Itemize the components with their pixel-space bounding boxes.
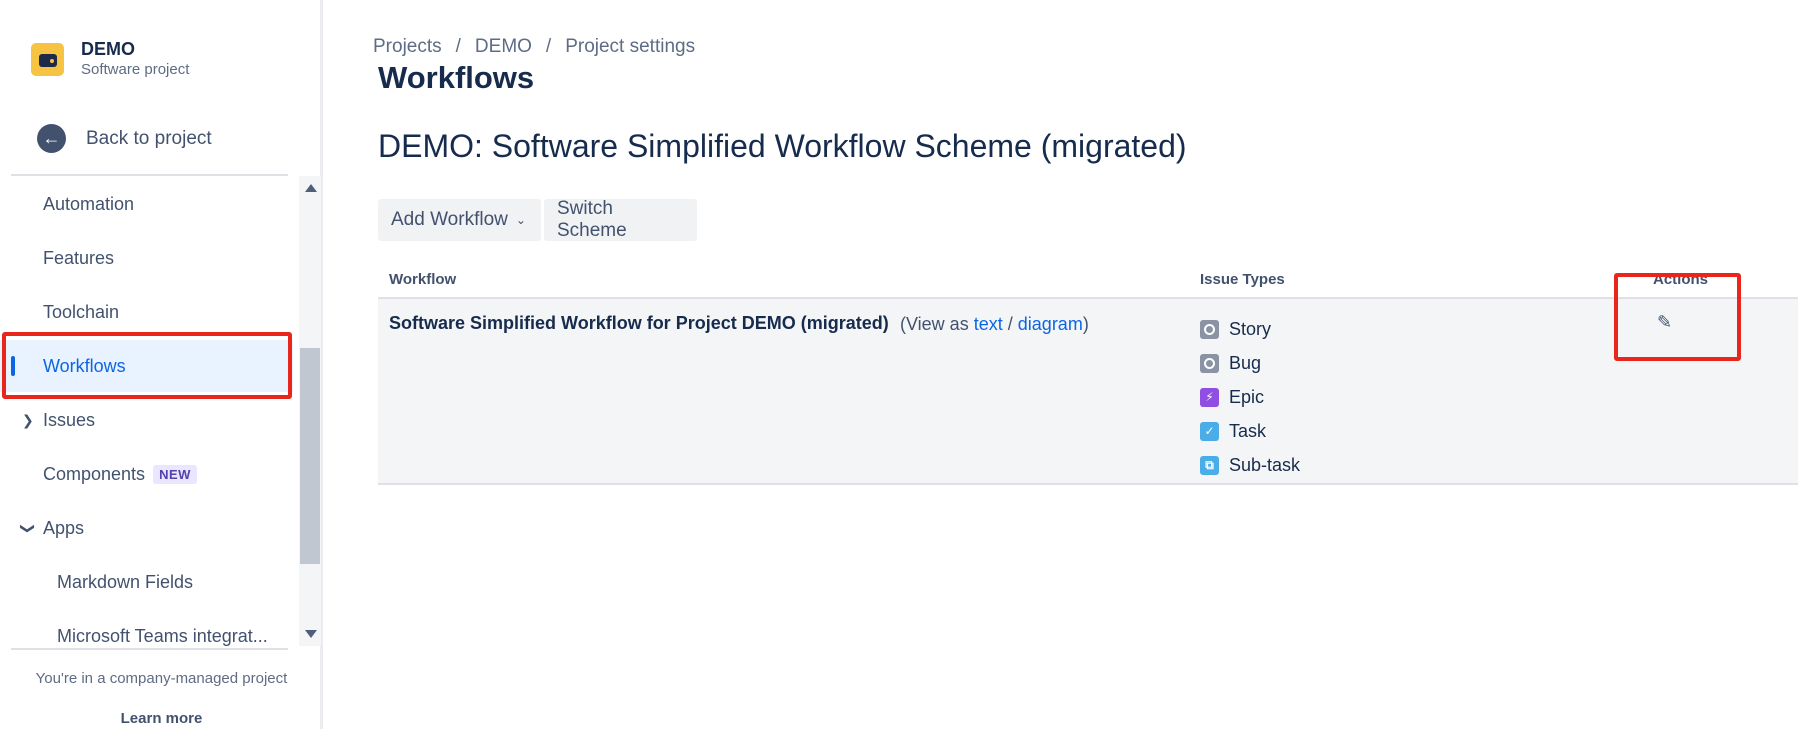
column-header-issue-types: Issue Types (1200, 271, 1285, 288)
sidebar-item-label: Toolchain (43, 301, 120, 322)
breadcrumb-projects[interactable]: Projects (373, 36, 442, 58)
sidebar-item-workflows[interactable]: Workflows (0, 340, 293, 392)
task-icon: ✓ (1200, 421, 1219, 441)
sidebar-scrollbar[interactable] (299, 176, 321, 646)
project-header[interactable]: DEMO Software project (31, 38, 189, 80)
sidebar-nav: Automation Features Toolchain Workflows … (0, 178, 298, 646)
story-icon (1200, 319, 1219, 339)
breadcrumb-separator: / (545, 36, 552, 57)
sidebar: DEMO Software project ← Back to project … (0, 0, 323, 729)
sidebar-item-features[interactable]: Features (0, 232, 293, 284)
sidebar-item-label: Issues (43, 409, 96, 430)
scrollbar-thumb[interactable] (300, 348, 320, 564)
list-item: Story (1200, 312, 1300, 346)
sidebar-item-markdown-fields[interactable]: Markdown Fields (0, 556, 293, 608)
sidebar-item-automation[interactable]: Automation (0, 178, 293, 230)
list-item: ⧉ Sub-task (1200, 448, 1300, 482)
sidebar-divider (11, 174, 288, 176)
column-header-workflow: Workflow (389, 271, 457, 288)
sidebar-divider (11, 648, 288, 650)
view-as-slash: / (1007, 314, 1013, 334)
sidebar-item-microsoft-teams[interactable]: Microsoft Teams integrat... (0, 610, 293, 646)
project-type: Software project (81, 61, 190, 78)
sidebar-item-label: Workflows (43, 355, 126, 376)
scheme-title: DEMO: Software Simplified Workflow Schem… (378, 128, 1187, 164)
page-title: Workflows (378, 60, 535, 95)
issue-type-label: Story (1229, 318, 1272, 339)
view-as-suffix: ) (1082, 314, 1089, 334)
bug-icon (1200, 353, 1219, 373)
sidebar-item-apps[interactable]: ❯ Apps (0, 502, 293, 554)
view-as-diagram-link[interactable]: diagram (1018, 314, 1083, 334)
sidebar-item-label: Components (43, 463, 146, 484)
issue-type-label: Epic (1229, 386, 1265, 407)
add-workflow-button[interactable]: Add Workflow ⌄ (378, 199, 541, 241)
sidebar-item-label: Features (43, 247, 115, 268)
sidebar-item-components[interactable]: Components NEW (0, 448, 293, 500)
list-item: ⚡ Epic (1200, 380, 1300, 414)
column-header-actions: Actions (1653, 271, 1709, 288)
back-to-project-label: Back to project (86, 127, 212, 149)
sidebar-item-issues[interactable]: ❯ Issues (0, 394, 293, 446)
breadcrumb-project-settings[interactable]: Project settings (565, 36, 695, 58)
issue-type-label: Task (1229, 420, 1267, 441)
subtask-icon: ⧉ (1200, 455, 1219, 475)
sidebar-item-label: Apps (43, 517, 85, 538)
breadcrumb-demo[interactable]: DEMO (475, 36, 532, 58)
issue-type-label: Sub-task (1229, 454, 1301, 475)
project-name: DEMO (81, 39, 135, 59)
chevron-right-icon: ❯ (22, 411, 34, 428)
list-item: ✓ Task (1200, 414, 1300, 448)
list-item: Bug (1200, 346, 1300, 380)
scroll-down-icon[interactable] (305, 630, 317, 638)
sidebar-item-toolchain[interactable]: Toolchain (0, 286, 293, 338)
chevron-down-icon: ⌄ (515, 213, 526, 227)
company-managed-notice: You're in a company-managed project (35, 670, 288, 687)
view-as-text-link[interactable]: text (974, 314, 1003, 334)
arrow-left-icon: ← (37, 124, 66, 153)
add-workflow-label: Add Workflow (391, 209, 508, 230)
back-to-project-button[interactable]: ← Back to project (37, 124, 212, 153)
workflow-name: Software Simplified Workflow for Project… (389, 313, 889, 333)
sidebar-item-label: Automation (43, 193, 135, 214)
learn-more-link[interactable]: Learn more (0, 710, 323, 727)
workflow-view-links: (View as text / diagram) (900, 314, 1089, 335)
switch-scheme-button[interactable]: Switch Scheme (544, 198, 697, 241)
switch-scheme-label: Switch Scheme (557, 198, 627, 241)
chevron-down-icon: ❯ (20, 522, 37, 534)
sidebar-item-label: Microsoft Teams integrat... (57, 625, 268, 646)
new-badge: NEW (153, 464, 197, 484)
issue-type-label: Bug (1229, 352, 1262, 373)
breadcrumb: Projects / DEMO / Project settings (373, 36, 695, 58)
breadcrumb-separator: / (455, 36, 461, 57)
scroll-up-icon[interactable] (305, 184, 317, 192)
epic-icon: ⚡ (1200, 387, 1219, 407)
project-avatar-icon (31, 43, 64, 76)
issue-types-list: Story Bug ⚡ Epic ✓ Task ⧉ Sub-task (1200, 312, 1300, 482)
view-as-prefix: (View as (900, 314, 969, 334)
pencil-icon[interactable]: ✎ (1657, 312, 1672, 333)
sidebar-item-label: Markdown Fields (57, 571, 194, 592)
